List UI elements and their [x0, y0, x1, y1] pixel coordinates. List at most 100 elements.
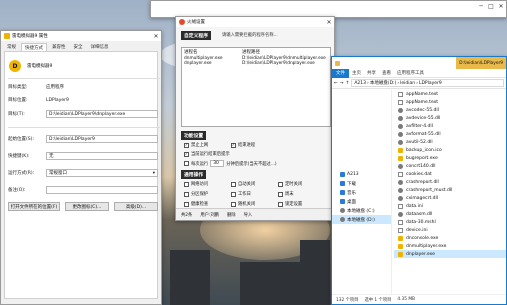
shortcut-key-input[interactable]: 无 [46, 152, 158, 160]
file-item[interactable]: dnplayer.exe [394, 250, 506, 258]
breadcrumb-item[interactable]: leidian [400, 81, 415, 86]
change-icon-button[interactable]: 更改图标(C)... [65, 202, 109, 211]
gear-icon [398, 131, 403, 137]
nav-item-downloads[interactable]: 下载 [332, 179, 391, 188]
file-item[interactable]: data-30.mshl [394, 218, 506, 226]
trigger-section-heading: 通用操作 [181, 170, 207, 179]
properties-titlebar[interactable]: 雷电模拟器9 属性 ✕ [1, 31, 161, 41]
nav-item-drive-c[interactable]: 本地磁盘 (C:) [332, 206, 391, 215]
checkbox[interactable] [184, 191, 189, 197]
close-icon[interactable]: ✕ [496, 1, 506, 11]
file-item[interactable]: concrt140.dll [394, 162, 506, 170]
tab-general[interactable]: 常规 [4, 43, 19, 51]
ribbon-tab-file[interactable]: 文件 [332, 68, 349, 78]
nav-item-music[interactable]: 音乐 [332, 188, 391, 197]
checkbox[interactable] [278, 191, 283, 197]
file-item[interactable]: avdevice-55.dll [394, 114, 506, 122]
trigger-option[interactable]: 定时关闭 [278, 181, 302, 187]
file-item[interactable]: crashreport.dll [394, 178, 506, 186]
table-row[interactable]: dnplayer.exe D:\leidian\LDPlayer9\dnplay… [182, 61, 330, 66]
tab-security[interactable]: 安全 [71, 43, 86, 51]
trigger-option[interactable]: 健康检查 [184, 201, 208, 207]
file-item[interactable]: backup_icon.ico [394, 146, 506, 154]
file-explorer-window[interactable]: D:\leidian\LDPlayer9 文件 主页 共享 查看 应用程序工具 … [331, 56, 507, 305]
file-item[interactable]: appName.text [394, 98, 506, 106]
close-icon[interactable]: ✕ [324, 17, 334, 27]
close-icon[interactable]: ✕ [151, 31, 161, 41]
properties-window[interactable]: 雷电模拟器9 属性 ✕ 常规 快捷方式 兼容性 安全 详细信息 D 雷电模拟器9… [0, 30, 162, 305]
tab-custom-program[interactable]: 自定义程序 [181, 31, 211, 40]
ribbon-tab-share[interactable]: 共享 [364, 70, 379, 76]
checkbox[interactable]: ✓ [231, 142, 236, 148]
explorer-titlebar[interactable]: D:\leidian\LDPlayer9 [332, 57, 506, 69]
file-item[interactable]: bugreport.exe [394, 154, 506, 162]
checkbox[interactable] [231, 191, 236, 197]
trigger-option[interactable]: 网络访问 [184, 181, 208, 187]
checkbox[interactable] [184, 201, 189, 207]
file-item[interactable]: avformat-55.dll [394, 130, 506, 138]
file-item[interactable]: dnconsole.exe [394, 234, 506, 242]
checkbox[interactable] [278, 201, 283, 207]
file-item[interactable]: avfilter-4.dll [394, 122, 506, 130]
up-icon[interactable]: ↑ [346, 81, 350, 86]
time-limit-option[interactable]: ✓ 当前运行结束后提示 [184, 151, 230, 157]
checkbox[interactable] [184, 161, 189, 166]
advanced-button[interactable]: 高级(D)... [114, 202, 158, 211]
forward-icon[interactable]: → [340, 81, 344, 86]
checkbox[interactable] [231, 181, 236, 187]
start-in-input[interactable]: D:\leidian\LDPlayer9 [46, 135, 158, 143]
import-link[interactable]: 导入 [244, 212, 253, 218]
ribbon-tab-view[interactable]: 查看 [379, 70, 394, 76]
ribbon-tab-home[interactable]: 主页 [349, 70, 364, 76]
minutes-input[interactable]: 30 [210, 160, 225, 167]
checkbox[interactable] [184, 181, 189, 187]
gear-icon [398, 195, 403, 201]
option-label: 每次运行 [191, 161, 209, 167]
nav-item-desktop[interactable]: 桌面 [332, 197, 391, 206]
breadcrumb-item[interactable]: 本地磁盘(D:) [370, 80, 397, 86]
trigger-option[interactable]: 分区保护 [184, 191, 208, 197]
trigger-option[interactable]: 自动关闭 [231, 181, 255, 187]
breadcrumb-item[interactable]: LDPlayer9 [419, 81, 442, 86]
checkbox[interactable]: ✓ [184, 151, 189, 157]
tab-compatibility[interactable]: 兼容性 [49, 43, 69, 51]
kill-process-option[interactable]: ✓ 结束进程 [231, 142, 255, 148]
comment-input[interactable] [46, 186, 158, 194]
file-item[interactable]: data.ini [394, 202, 506, 210]
breadcrumb-item[interactable]: A213 [354, 81, 366, 86]
file-item[interactable]: avutil-52.dll [394, 138, 506, 146]
trigger-option[interactable]: 工作日 [231, 191, 251, 197]
tab-shortcut[interactable]: 快捷方式 [21, 43, 47, 51]
file-item[interactable]: crashreport_must.dll [394, 186, 506, 194]
minimize-icon[interactable]: ─ [476, 1, 486, 11]
checkbox[interactable] [231, 201, 236, 207]
file-item[interactable]: cximagecrt.dll [394, 194, 506, 202]
checkbox[interactable]: ✓ [184, 142, 189, 148]
block-network-option[interactable]: ✓ 禁止上网 [184, 142, 208, 148]
trigger-option[interactable]: 锁定设置 [278, 201, 302, 207]
file-item[interactable]: dataasm.dll [394, 210, 506, 218]
fire-icon [179, 19, 185, 25]
file-item[interactable]: device.ini [394, 226, 506, 234]
tab-details[interactable]: 详细信息 [88, 43, 112, 51]
open-file-location-button[interactable]: 打开文件所在的位置(F) [8, 202, 60, 211]
file-item[interactable]: avcodec-55.dll [394, 106, 506, 114]
file-item[interactable]: cookies.dat [394, 170, 506, 178]
nav-item-computer[interactable]: A213 [332, 170, 391, 179]
settings-window[interactable]: 火绒设置 ✕ 自定义程序 请输入需要拦截的程序名称... 进程名 进程路径 dn… [175, 16, 335, 221]
maximize-icon[interactable]: □ [486, 1, 496, 11]
file-item[interactable]: appName.text [394, 90, 506, 98]
ribbon-tab-app-tools[interactable]: 应用程序工具 [394, 70, 427, 76]
run-select[interactable]: 常规窗口 ▾ [46, 169, 158, 177]
delete-link[interactable]: 删除 [227, 212, 236, 218]
file-item[interactable]: dnmultiplayer.exe [394, 242, 506, 250]
trigger-option[interactable]: 随机关闭 [231, 201, 255, 207]
usage-limit-option[interactable]: 每次运行 30 分钟后提示(当天不超过...) [184, 160, 277, 167]
target-input[interactable]: D:\leidian\LDPlayer9\dnplayer.exe [46, 110, 158, 118]
address-input[interactable]: A213 › 本地磁盘(D:) › leidian › LDPlayer9 [351, 79, 504, 87]
back-icon[interactable]: ← [334, 81, 338, 86]
nav-item-drive-d[interactable]: 本地磁盘 (D:) [332, 215, 391, 224]
settings-titlebar[interactable]: 火绒设置 ✕ [176, 17, 334, 27]
checkbox[interactable] [278, 181, 283, 187]
trigger-option[interactable]: 周末 [278, 191, 294, 197]
